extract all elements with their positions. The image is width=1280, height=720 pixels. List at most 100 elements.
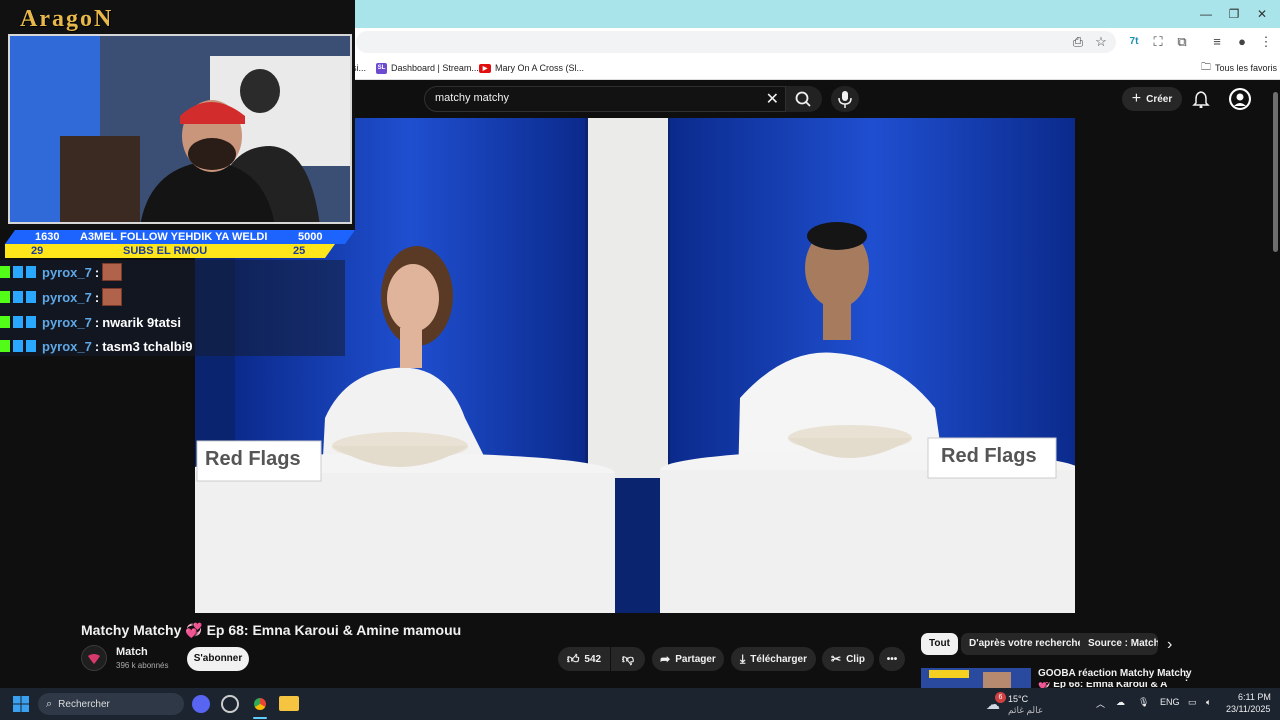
network-icon[interactable]: ▭ [1188, 697, 1197, 708]
extension-icon[interactable]: 7t [1126, 34, 1142, 50]
chips-next-chevron-icon[interactable]: › [1167, 636, 1172, 654]
subscribe-button[interactable]: S'abonner [187, 647, 249, 671]
plus-icon: + [1131, 90, 1142, 107]
minimize-icon[interactable]: — [1196, 4, 1216, 24]
sub-badge-icon [13, 291, 23, 303]
taskbar-search[interactable]: ⌕ Rechercher [38, 693, 184, 715]
dislike-button[interactable]: 👎︎ [611, 647, 645, 671]
search-input[interactable]: matchy matchy ✕ [424, 86, 786, 112]
extensions-puzzle-icon[interactable]: ⧉ [1174, 34, 1190, 50]
channel-avatar[interactable] [81, 645, 107, 671]
file-explorer-icon[interactable] [279, 696, 299, 711]
share-button[interactable]: ➦ Partager [652, 647, 724, 671]
account-avatar[interactable] [1229, 88, 1251, 110]
clock-time[interactable]: 6:11 PM [1238, 692, 1271, 702]
gift-badge-icon [26, 340, 36, 352]
chat-message: pyrox_7 : [0, 286, 123, 308]
onedrive-cloud-icon[interactable]: ☁ [1116, 697, 1125, 708]
webcam-image [10, 36, 350, 222]
app-icon[interactable] [221, 695, 239, 713]
windows-taskbar: ⌕ Rechercher ☁ 6 15°C عالم غائم ︿ ☁ 🎙︎ E… [0, 688, 1280, 720]
channel-logo-icon [88, 654, 100, 664]
bookmark-label: Mary On A Cross (Sl... [495, 63, 585, 73]
red-flags-sign-right: Red Flags [941, 445, 1037, 467]
thumbs-up-icon: 👍︎ [566, 651, 580, 666]
stream-webcam-overlay: AragoN [0, 0, 355, 230]
bookmark-star-icon[interactable]: ☆ [1093, 34, 1109, 50]
emote-icon [102, 263, 123, 281]
chip-based-on-search[interactable]: D'après votre recherche [961, 633, 1092, 655]
chip-source-match[interactable]: Source : Match [1080, 633, 1158, 655]
bookmark-mary-on-a-cross[interactable]: ▶ Mary On A Cross (Sl... [479, 61, 584, 75]
clear-search-icon[interactable]: ✕ [766, 89, 779, 109]
microphone-tray-icon[interactable]: 🎙︎ [1138, 697, 1149, 708]
media-controls-icon[interactable]: ≡ [1209, 34, 1225, 50]
omnibox[interactable]: ⎙ ☆ [356, 31, 1116, 53]
clip-button[interactable]: ✂ Clip [822, 647, 874, 671]
sub-badge-icon [13, 340, 23, 352]
search-button[interactable] [786, 86, 822, 112]
voice-search-button[interactable] [831, 86, 859, 112]
create-label: Créer [1146, 93, 1173, 105]
follow-goal: 1630 A3MEL FOLLOW YEHDIK YA WELDI 5000 [5, 230, 345, 244]
recommendation-title[interactable]: GOOBA réaction Matchy Matchy [1038, 668, 1192, 679]
chip-all[interactable]: Tout [921, 633, 958, 655]
weather-widget[interactable]: ☁ 6 15°C عالم غائم [986, 692, 1046, 716]
chat-separator: : [94, 338, 100, 354]
page-scrollbar[interactable] [1270, 80, 1280, 688]
weather-desc: عالم غائم [1008, 705, 1044, 715]
stream-chat-overlay: pyrox_7 : pyrox_7 : pyrox_7 : nwarik 9ta… [0, 260, 345, 356]
active-app-indicator [253, 717, 267, 719]
kick-badge-icon [0, 316, 10, 328]
all-bookmarks[interactable]: 🗀 Tous les favoris [1201, 61, 1277, 75]
restore-icon[interactable]: ❐ [1224, 4, 1244, 24]
subscriber-count: 396 k abonnés [116, 661, 169, 670]
clock-date[interactable]: 23/11/2025 [1226, 704, 1270, 714]
create-button[interactable]: + Créer [1122, 87, 1182, 111]
taskbar-search-label: Rechercher [58, 698, 110, 710]
chat-username: pyrox_7 [42, 314, 92, 330]
all-bookmarks-label: Tous les favoris [1215, 63, 1278, 73]
more-actions-button[interactable]: ••• [879, 647, 905, 671]
follow-goal-current: 1630 [35, 231, 60, 243]
gift-badge-icon [26, 316, 36, 328]
microphone-icon [838, 91, 852, 108]
sub-badge-icon [13, 266, 23, 278]
windows-start-icon[interactable] [13, 696, 29, 712]
scrollbar-thumb[interactable] [1273, 92, 1278, 252]
profile-icon[interactable]: ● [1234, 34, 1250, 50]
tray-overflow-chevron-icon[interactable]: ︿ [1096, 697, 1105, 710]
subs-goal-target: 25 [293, 245, 306, 257]
notifications-bell-icon[interactable] [1192, 90, 1210, 108]
screenshot-extension-icon[interactable]: ⛶ [1150, 34, 1166, 50]
search-icon: ⌕ [46, 697, 53, 710]
webcam-feed [8, 34, 352, 224]
volume-icon[interactable]: 🔈︎ [1206, 697, 1211, 708]
search-icon [795, 91, 811, 107]
menu-kebab-icon[interactable]: ⋮ [1258, 34, 1274, 50]
chrome-icon[interactable] [250, 694, 270, 714]
recommendation-menu-icon[interactable]: ⋮ [1180, 668, 1193, 684]
share-label: Partager [675, 653, 716, 665]
follow-goal-target: 5000 [298, 231, 323, 243]
language-indicator[interactable]: ENG [1160, 697, 1180, 707]
discord-icon[interactable] [192, 695, 210, 713]
bookmark-dashboard[interactable]: SL Dashboard | Stream... [376, 61, 479, 75]
chat-separator: : [94, 264, 100, 280]
subs-goal-text: SUBS EL RMOU [123, 245, 208, 257]
install-app-icon[interactable]: ⎙ [1070, 34, 1086, 50]
subs-goal: 29 SUBS EL RMOU 25 [5, 244, 345, 258]
channel-name[interactable]: Match [116, 646, 148, 658]
thumbs-down-icon: 👎︎ [621, 651, 635, 666]
close-window-icon[interactable]: ✕ [1252, 4, 1272, 24]
download-button[interactable]: ⤓ Télécharger [731, 647, 816, 671]
download-icon: ⤓ [739, 651, 746, 666]
gift-badge-icon [26, 266, 36, 278]
folder-icon: 🗀 [1201, 61, 1211, 73]
scissors-icon: ✂ [831, 652, 842, 666]
gift-badge-icon [26, 291, 36, 303]
like-button[interactable]: 👍︎ 542 [558, 647, 610, 671]
clip-label: Clip [846, 653, 865, 665]
chat-message: pyrox_7 : nwarik 9tatsi [0, 311, 181, 333]
download-label: Télécharger [750, 653, 807, 665]
